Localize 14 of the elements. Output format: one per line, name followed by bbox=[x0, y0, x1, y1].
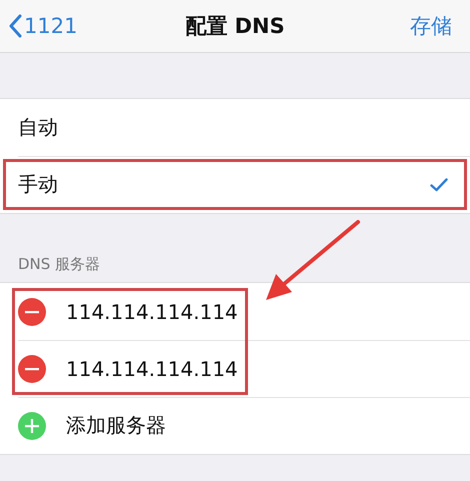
mode-option[interactable]: 手动 bbox=[0, 156, 470, 213]
save-button[interactable]: 存储 bbox=[410, 12, 452, 40]
mode-option[interactable]: 自动 bbox=[0, 99, 470, 156]
remove-icon[interactable] bbox=[18, 298, 46, 326]
back-button[interactable]: 1121 bbox=[8, 14, 78, 38]
remove-icon[interactable] bbox=[18, 354, 46, 382]
server-address: 114.114.114.114 bbox=[66, 300, 238, 324]
server-address: 114.114.114.114 bbox=[66, 356, 238, 380]
add-icon bbox=[18, 412, 46, 440]
add-server-button[interactable]: 添加服务器 bbox=[0, 397, 470, 454]
section-header: DNS 服务器 bbox=[18, 255, 100, 274]
chevron-left-icon bbox=[8, 14, 22, 38]
checkmark-icon bbox=[430, 178, 448, 192]
screen-title: 配置 DNS bbox=[185, 14, 285, 38]
